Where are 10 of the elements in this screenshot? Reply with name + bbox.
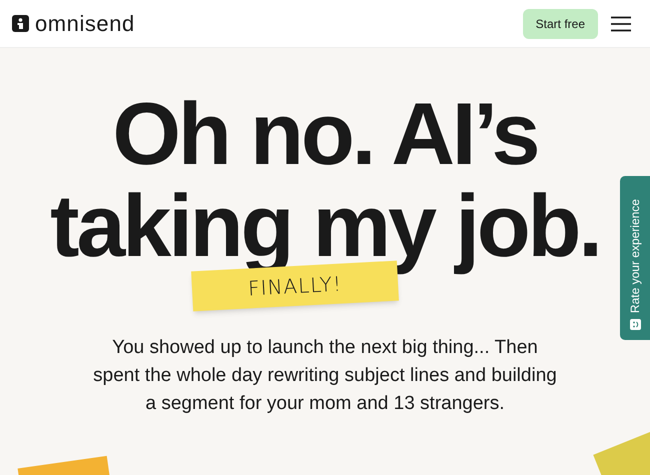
subtitle: You showed up to launch the next big thing... Then [112, 336, 538, 360]
smiley-icon [630, 319, 640, 330]
subtitle: spent the whole day rewriting subject lines and building [93, 364, 557, 388]
feedback-tab[interactable]: Rate your experience [620, 176, 650, 340]
headline: Oh no. AI’s [112, 88, 538, 180]
menu-icon[interactable] [610, 16, 632, 32]
start-free-button[interactable]: Start free [522, 8, 598, 38]
logo-icon [12, 15, 29, 32]
subtitle: a segment for your mom and 13 strangers. [145, 392, 505, 416]
logo-text: omnisend [35, 12, 135, 34]
